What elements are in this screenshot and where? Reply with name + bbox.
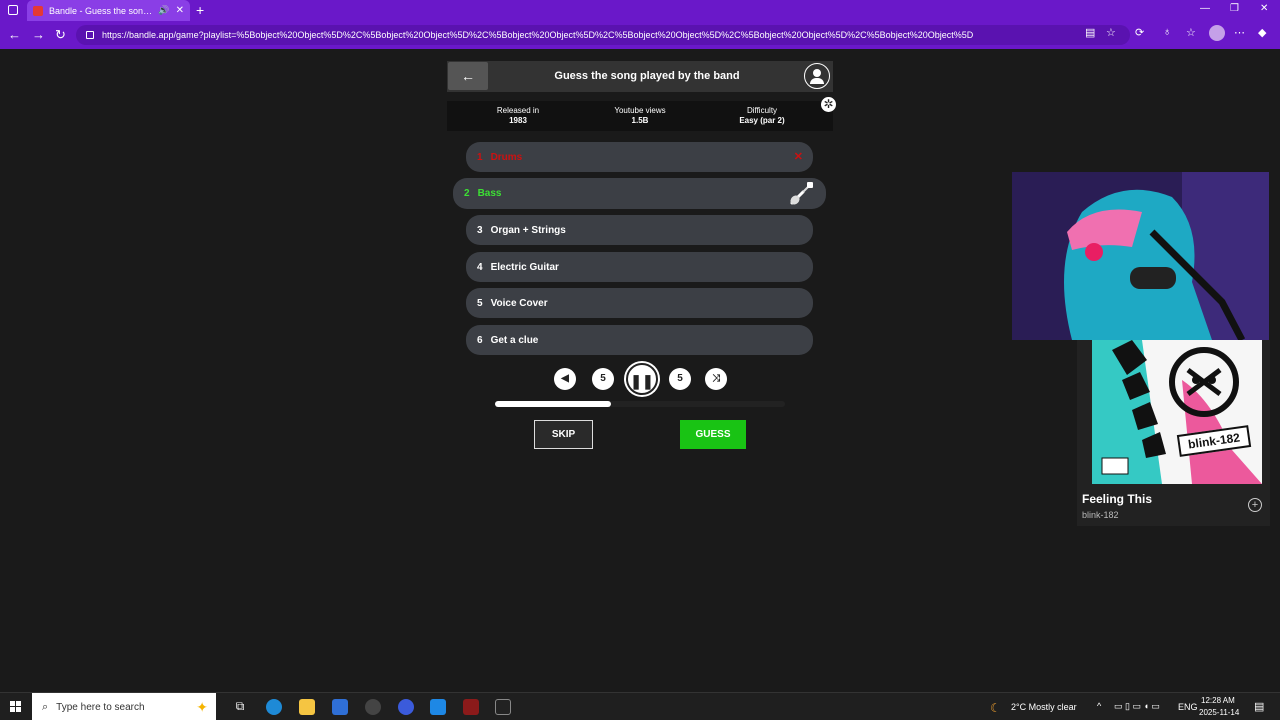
weather-text[interactable]: 2°C Mostly clear [1011, 702, 1077, 712]
add-to-library-icon[interactable]: + [1248, 498, 1262, 512]
refresh-icon[interactable]: ↻ [55, 27, 66, 43]
tab-title: Bandle - Guess the song, one [49, 5, 152, 16]
forward-5-button[interactable]: 5 [669, 368, 691, 390]
favorites-icon[interactable]: ☆ [1186, 26, 1196, 39]
site-info-icon[interactable] [86, 31, 94, 39]
song-artist: blink-182 [1082, 510, 1119, 520]
album-art [1092, 340, 1262, 484]
restore-button[interactable]: ❐ [1230, 3, 1239, 14]
favorite-star-icon[interactable]: ☆ [1106, 26, 1116, 39]
browser-tab[interactable]: Bandle - Guess the song, one 🔊 ✕ [27, 0, 190, 21]
more-menu-icon[interactable]: ⋯ [1234, 26, 1245, 39]
track-organ-strings: 3 Organ + Strings [466, 215, 813, 245]
bass-guitar-icon [790, 182, 813, 205]
game-back-button[interactable]: ← [448, 62, 488, 90]
missed-x-icon: ✕ [793, 151, 803, 163]
webcam-overlay [1012, 172, 1269, 340]
settings-gear-icon[interactable]: ✲ [821, 97, 836, 112]
user-account-icon[interactable] [804, 63, 830, 89]
playback-progress-fill [495, 401, 611, 407]
track-drums[interactable]: 1 Drums ✕ [466, 142, 813, 172]
new-tab-button[interactable]: + [196, 2, 204, 18]
tray-chevron-icon[interactable]: ^ [1097, 701, 1101, 711]
copilot-icon[interactable]: ◆ [1258, 26, 1266, 39]
shuffle-off-icon[interactable]: ⤨ [705, 368, 727, 390]
tab-audio-icon[interactable]: 🔊 [158, 5, 169, 16]
notifications-icon[interactable]: ▤ [1254, 700, 1264, 713]
search-highlight-icon: ✦ [196, 698, 208, 715]
address-bar[interactable]: https://bandle.app/game?playlist=%5Bobje… [76, 25, 1130, 45]
language-indicator[interactable]: ENG [1178, 702, 1198, 712]
app-icon-3[interactable] [463, 699, 479, 715]
edge-browser-icon[interactable] [266, 699, 282, 715]
store-icon[interactable] [332, 699, 348, 715]
windows-taskbar: ⌕ Type here to search ✦ ⧉ ☾ 2°C Mostly c… [0, 692, 1280, 720]
url-text: https://bandle.app/game?playlist=%5Bobje… [102, 30, 974, 40]
close-window-button[interactable]: ✕ [1260, 3, 1268, 14]
extension-icon[interactable]: ♁ [1163, 26, 1171, 38]
app-icon-2[interactable] [430, 699, 446, 715]
minimize-button[interactable]: — [1200, 3, 1210, 14]
clock-date[interactable]: 2025-11-14 [1199, 708, 1239, 717]
reader-icon[interactable]: ▤ [1085, 26, 1095, 39]
browser-title-bar: Bandle - Guess the song, one 🔊 ✕ + — ❐ ✕ [0, 0, 1280, 21]
profile-avatar[interactable] [1209, 25, 1225, 41]
track-bass[interactable]: 2 Bass [453, 178, 826, 209]
clock-time[interactable]: 12:28 AM [1201, 696, 1235, 705]
difficulty-info: Difficulty Easy (par 2) [739, 106, 785, 125]
windows-start-icon[interactable] [10, 701, 22, 713]
bandle-favicon-icon [33, 5, 43, 16]
guess-button[interactable]: GUESS [680, 420, 746, 449]
restart-icon[interactable]: ◀ [554, 368, 576, 390]
chrome-icon[interactable] [398, 699, 414, 715]
track-get-a-clue: 6 Get a clue [466, 325, 813, 355]
forward-nav-icon[interactable]: → [32, 27, 45, 42]
rewind-5-button[interactable]: 5 [592, 368, 614, 390]
epic-games-icon[interactable] [495, 699, 511, 715]
back-nav-icon[interactable]: ← [8, 27, 21, 42]
release-year-info: Released in 1983 [496, 106, 540, 125]
tab-close-icon[interactable]: ✕ [176, 5, 184, 16]
skip-button[interactable]: SKIP [534, 420, 593, 449]
track-electric-guitar: 4 Electric Guitar [466, 252, 813, 282]
task-view-icon[interactable]: ⧉ [232, 699, 248, 715]
browser-toolbar: ← → ↻ https://bandle.app/game?playlist=%… [0, 21, 1280, 49]
file-explorer-icon[interactable] [299, 699, 315, 715]
sync-icon[interactable]: ⟳ [1135, 26, 1144, 39]
song-title: Feeling This [1082, 492, 1153, 506]
pause-button[interactable]: ❚❚ [626, 363, 658, 395]
weather-icon[interactable]: ☾ [990, 701, 1001, 715]
track-voice-cover: 5 Voice Cover [466, 288, 813, 318]
taskbar-search-box[interactable]: ⌕ Type here to search ✦ [32, 693, 216, 720]
search-placeholder: Type here to search [56, 701, 145, 713]
app-icon-1[interactable] [365, 699, 381, 715]
youtube-views-info: Youtube views 1.5B [614, 106, 666, 125]
search-icon: ⌕ [42, 700, 49, 713]
page-title: Guess the song played by the band [554, 70, 740, 82]
tray-icons[interactable]: ▭ ▯ ▭ ◖ ▭ [1114, 701, 1160, 712]
window-menu-icon[interactable] [8, 5, 18, 15]
